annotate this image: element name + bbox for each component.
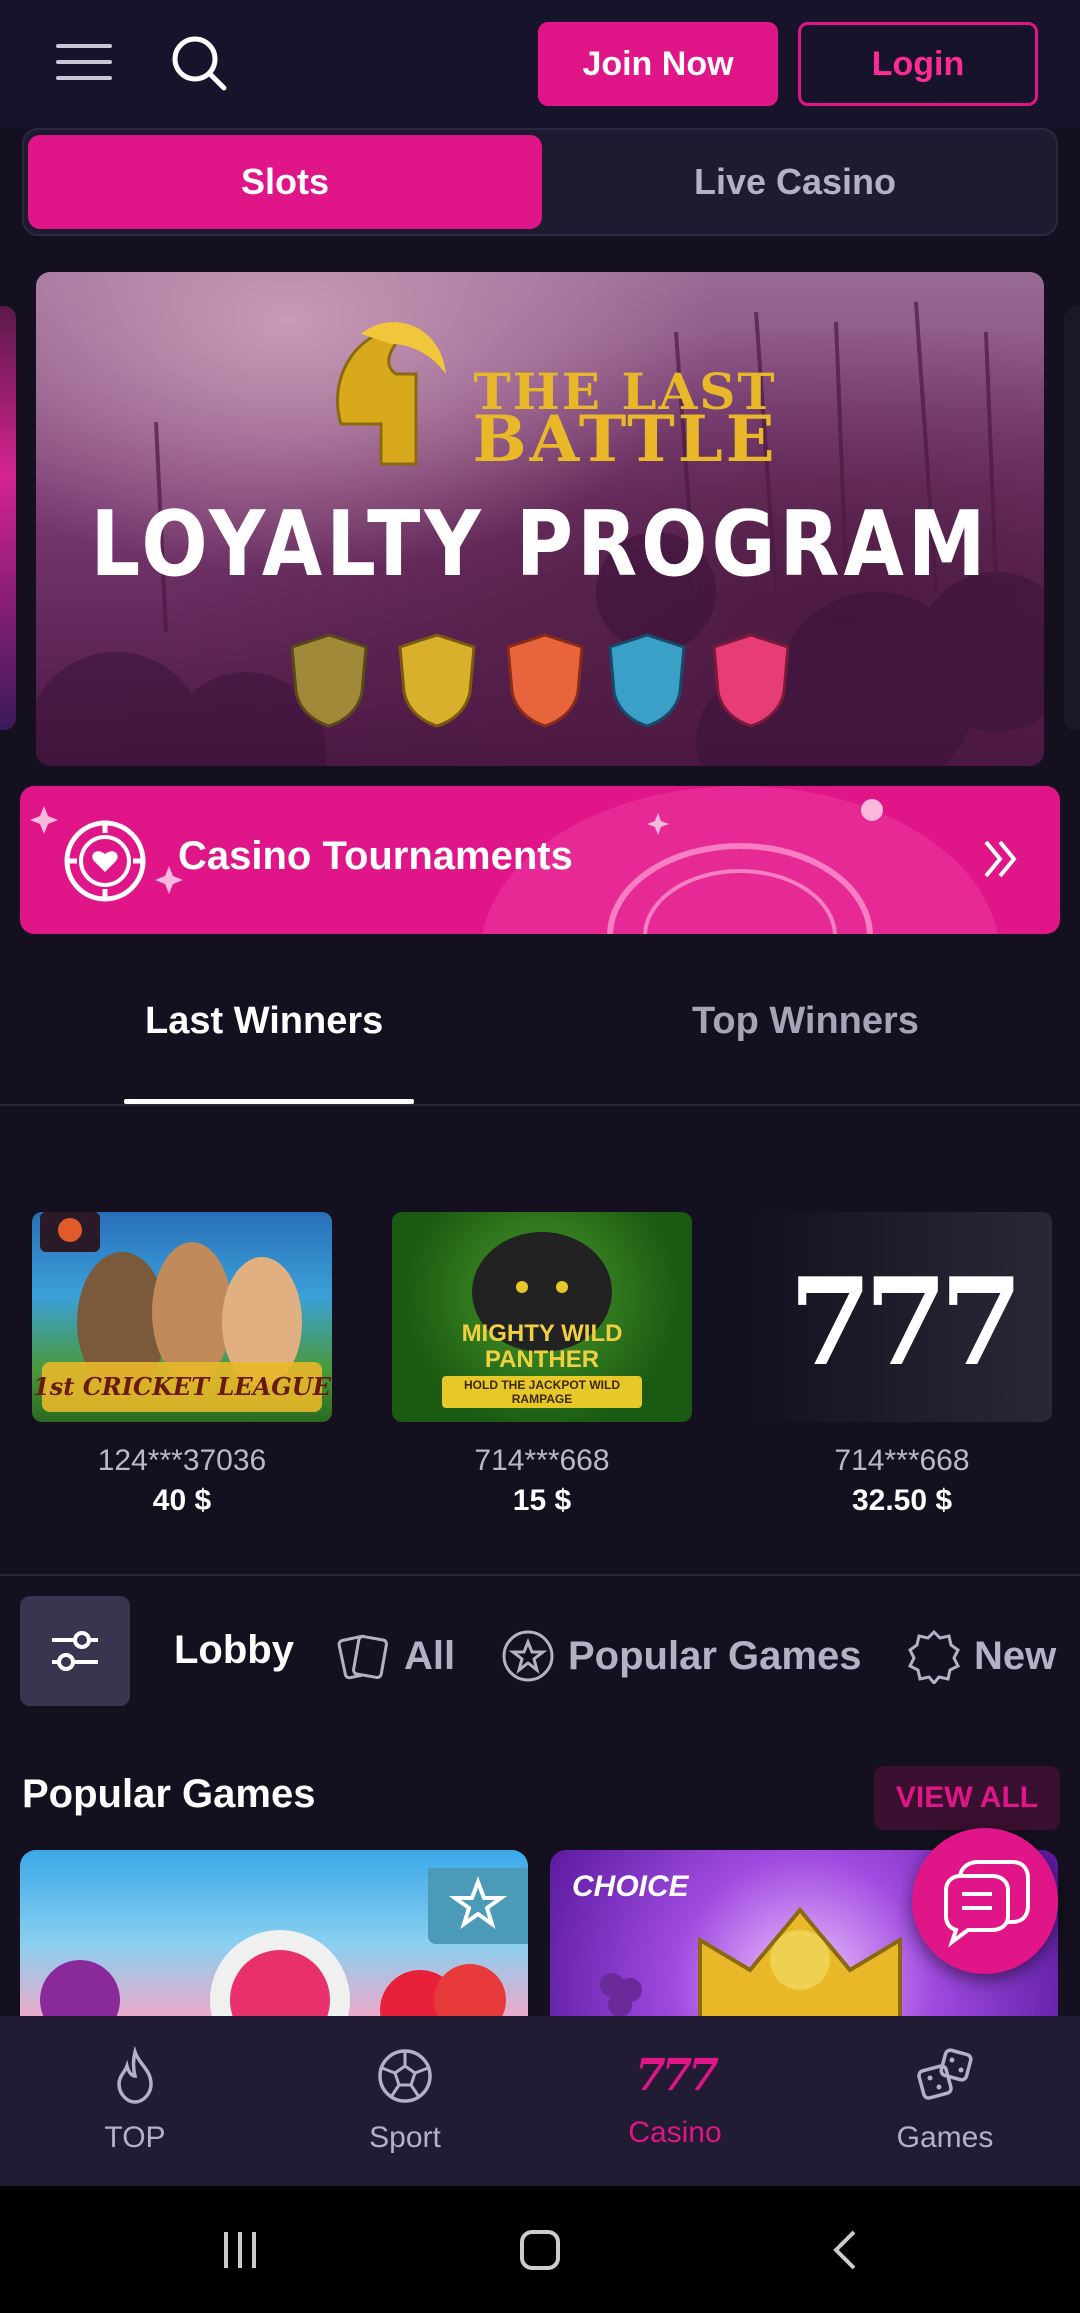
soccer-ball-icon (378, 2049, 432, 2103)
popular-games-title: Popular Games (22, 1772, 316, 1816)
tab-top-winners[interactable]: Top Winners (692, 1000, 919, 1043)
shield-badge-master-icon (506, 633, 584, 728)
winner-game-thumbnail[interactable]: 777 (752, 1212, 1052, 1422)
winner-game-subtitle-art: HOLD THE JACKPOT WILD RAMPAGE (442, 1376, 642, 1408)
nav-games[interactable]: Games (845, 2046, 1045, 2155)
join-now-button[interactable]: Join Now (538, 22, 778, 106)
banner-next-peek[interactable] (1064, 306, 1080, 730)
recent-apps-icon[interactable] (218, 2228, 262, 2272)
777-icon: 777 (635, 2050, 719, 2101)
nav-sport[interactable]: Sport (305, 2046, 505, 2155)
winner-game-thumbnail[interactable]: 1st CRICKET LEAGUE (32, 1212, 332, 1422)
nav-label: Casino (628, 2116, 722, 2149)
winner-username: 124***37036 (97, 1444, 267, 1477)
filter-chip-label: Lobby (174, 1628, 294, 1672)
winner-game-thumbnail[interactable]: MIGHTY WILD PANTHER HOLD THE JACKPOT WIL… (392, 1212, 692, 1422)
poker-chip-heart-icon (64, 820, 146, 902)
filter-chip-label: New (974, 1633, 1057, 1678)
flame-icon (117, 2045, 153, 2104)
shield-badge-legend-icon (608, 633, 686, 728)
tournaments-label: Casino Tournaments (178, 834, 573, 878)
filter-button[interactable] (20, 1596, 130, 1706)
winner-username: 714***668 (834, 1444, 970, 1477)
filter-chip-all[interactable]: All (336, 1628, 455, 1684)
tab-live-casino[interactable]: Live Casino (545, 135, 1045, 229)
star-badge-icon (502, 1630, 554, 1682)
hamburger-menu-icon[interactable] (56, 44, 112, 84)
casino-tournaments-banner[interactable]: Casino Tournaments (20, 786, 1060, 934)
nav-label: Sport (369, 2121, 441, 2154)
nav-casino[interactable]: 777 Casino (575, 2046, 775, 2150)
winner-amount: 15 $ (512, 1484, 572, 1517)
nav-label: Games (896, 2121, 994, 2154)
view-all-button[interactable]: VIEW ALL (874, 1766, 1060, 1830)
filter-chip-lobby[interactable]: Lobby (174, 1628, 294, 1673)
banner-title-line2: BATTLE (472, 402, 778, 477)
new-badge-icon (907, 1629, 961, 1684)
game-card[interactable] (20, 1850, 528, 2020)
shield-badge-expert-icon (398, 633, 476, 728)
shield-badge-god-icon (712, 633, 790, 728)
banner-prev-peek[interactable] (0, 306, 16, 730)
filter-chip-popular-games[interactable]: Popular Games (500, 1628, 861, 1684)
home-icon[interactable] (518, 2228, 562, 2272)
winner-amount: 32.50 $ (851, 1484, 953, 1517)
nav-top[interactable]: TOP (35, 2045, 235, 2155)
cards-icon (337, 1634, 388, 1680)
filter-chip-label: All (404, 1633, 456, 1678)
tab-divider (0, 1104, 1080, 1106)
section-divider (0, 1574, 1080, 1576)
dice-icon (917, 2048, 973, 2100)
winner-game-777-logo: 777 (788, 1252, 1024, 1393)
chevron-double-right-icon (984, 840, 1017, 878)
tab-slots[interactable]: Slots (28, 135, 542, 229)
tab-last-winners[interactable]: Last Winners (145, 1000, 383, 1043)
filter-chip-label: Popular Games (568, 1633, 862, 1678)
back-icon[interactable] (824, 2228, 868, 2272)
winner-amount: 40 $ (152, 1484, 212, 1517)
promo-banner-loyalty[interactable]: THE LAST BATTLE LOYALTY PROGRAM (36, 272, 1044, 766)
live-chat-button[interactable] (912, 1828, 1058, 1974)
winner-username: 714***668 (474, 1444, 610, 1477)
sliders-icon (52, 1631, 98, 1671)
chat-bubble-icon (944, 1860, 1030, 1948)
winner-game-title-art: MIGHTY WILD (461, 1320, 623, 1347)
login-button[interactable]: Login (798, 22, 1038, 106)
winner-game-title-art: PANTHER (484, 1346, 600, 1373)
system-navigation-bar (0, 2186, 1080, 2313)
star-icon (448, 1876, 508, 1930)
banner-subtitle: LOYALTY PROGRAM (90, 493, 990, 597)
favorite-button[interactable] (428, 1868, 528, 1944)
filter-chip-new[interactable]: New (906, 1628, 1056, 1684)
shield-badge-beginner-icon (290, 633, 368, 728)
search-icon[interactable] (170, 34, 230, 94)
winner-game-title-art: 1st CRICKET LEAGUE (33, 1372, 331, 1401)
nav-label: TOP (104, 2121, 166, 2154)
